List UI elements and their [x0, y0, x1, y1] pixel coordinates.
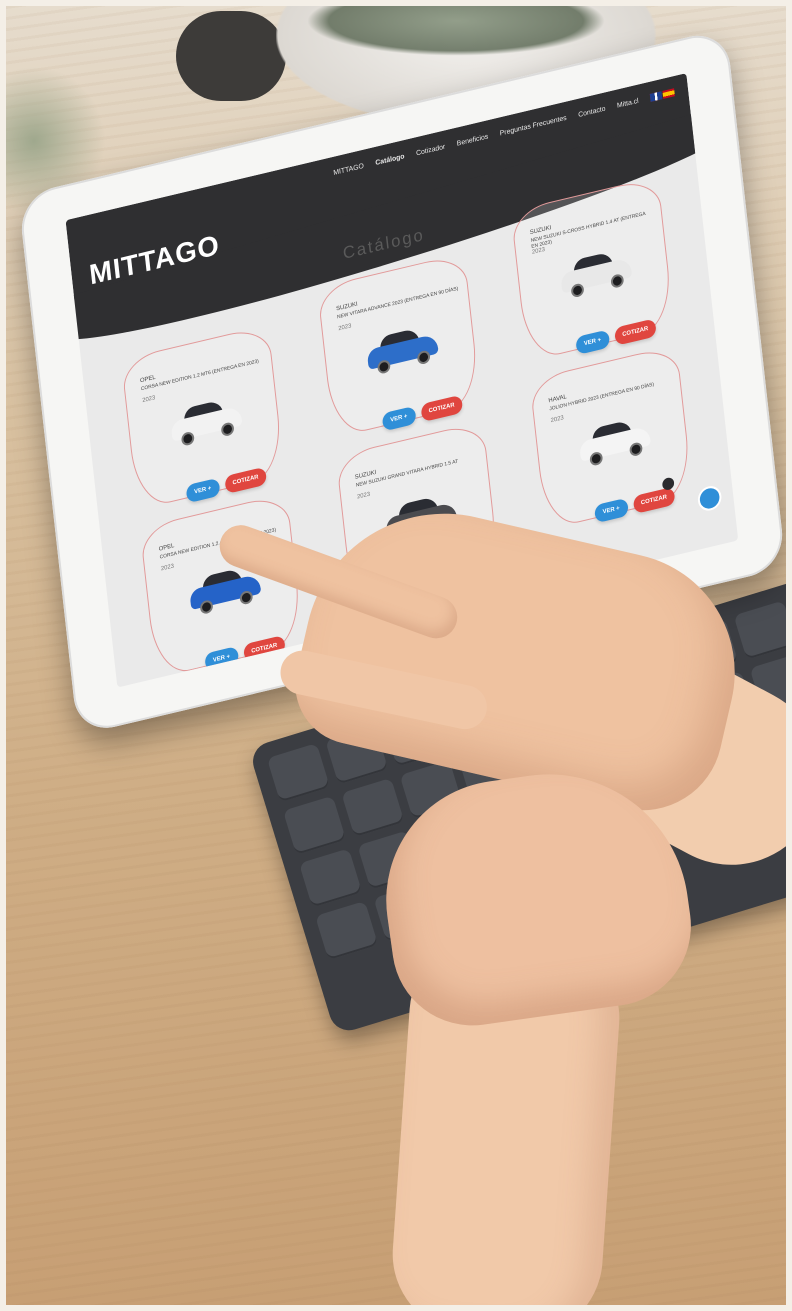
cotizar-button[interactable]: COTIZAR — [223, 466, 268, 495]
car-image — [169, 396, 243, 448]
cotizar-button[interactable]: COTIZAR — [419, 394, 464, 423]
card-actions: VER + COTIZAR — [381, 394, 464, 432]
wheel — [199, 599, 214, 615]
card-actions: VER + COTIZAR — [185, 466, 268, 504]
cotizar-button[interactable]: COTIZAR — [632, 486, 676, 515]
cotizar-button[interactable]: COTIZAR — [613, 318, 657, 346]
ver-button[interactable]: VER + — [575, 329, 610, 356]
car-model: JOLION HYBRID 2023 (ENTREGA EN 90 DÍAS) — [549, 381, 655, 413]
card-actions: VER + COTIZAR — [575, 318, 657, 356]
car-year: 2023 — [550, 415, 565, 425]
chat-icon[interactable] — [696, 483, 723, 514]
wheel — [628, 441, 644, 458]
car-image — [559, 247, 633, 299]
car-card: SUZUKI NEW VITARA ADVANCE 2023 (ENTREGA … — [316, 252, 482, 439]
keyboard-key[interactable] — [341, 777, 405, 838]
car-image — [578, 416, 652, 468]
wheel — [220, 421, 235, 438]
wheel — [570, 282, 585, 299]
car-year: 2023 — [338, 323, 352, 333]
wheel — [376, 358, 391, 375]
photo-frame: MITTAGO MITTAGO Catálogo Cotizador Benef… — [6, 6, 786, 1305]
plant-leaves — [306, 6, 606, 56]
car-year: 2023 — [160, 563, 175, 573]
car-model: CORSA NEW EDITION 1.2 MT6 (ENTREGA EN 20… — [140, 358, 260, 393]
car-card: HAVAL JOLION HYBRID 2023 (ENTREGA EN 90 … — [529, 344, 694, 531]
wheel — [610, 273, 625, 289]
ver-button[interactable]: VER + — [185, 477, 221, 504]
wheel — [589, 450, 604, 467]
ver-button[interactable]: VER + — [381, 405, 417, 432]
car-image — [366, 324, 440, 376]
wheel — [416, 349, 431, 366]
wheel — [239, 589, 254, 606]
car-card: OPEL CORSA NEW EDITION 1.2 MT6 (ENTREGA … — [120, 324, 285, 511]
card-actions: VER + COTIZAR — [593, 486, 676, 524]
wheel — [180, 430, 195, 447]
car-year: 2023 — [142, 395, 156, 405]
ver-button[interactable]: VER + — [593, 497, 629, 524]
background-object — [176, 11, 286, 101]
car-year: 2023 — [356, 491, 371, 501]
